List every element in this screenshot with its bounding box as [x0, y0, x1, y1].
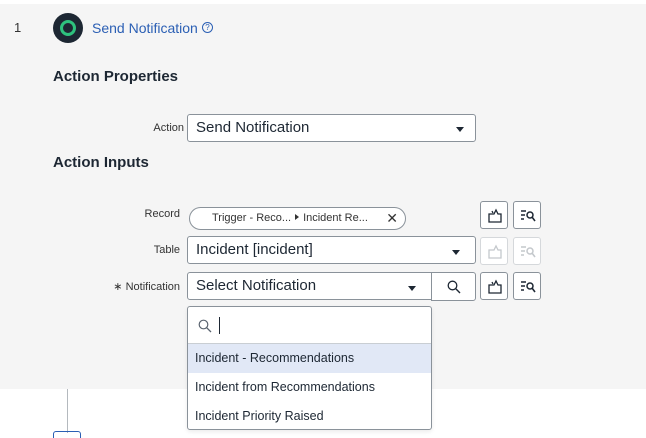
notification-lookup-button[interactable]	[431, 272, 476, 301]
caret-right-icon	[295, 214, 300, 220]
text-cursor	[219, 317, 220, 334]
dropdown-option[interactable]: Incident from Recommendations	[188, 373, 431, 402]
notification-script-button[interactable]	[480, 272, 508, 300]
record-pill-part1: Trigger - Reco...	[212, 212, 292, 224]
record-pill-part2: Incident Re...	[303, 212, 368, 224]
dropdown-option[interactable]: Incident - Recommendations	[188, 344, 431, 373]
action-properties-heading: Action Properties	[53, 68, 179, 85]
script-icon	[488, 208, 502, 223]
record-datapill-picker-button[interactable]	[513, 201, 541, 229]
table-select-value: Incident [incident]	[196, 241, 313, 258]
script-icon	[488, 279, 502, 294]
notification-datapill-picker-button[interactable]	[513, 272, 541, 300]
step-number: 1	[14, 20, 22, 35]
chevron-down-icon	[408, 286, 416, 291]
flow-connector-line	[67, 389, 68, 433]
action-status-icon	[53, 13, 83, 43]
action-select-value: Send Notification	[196, 119, 310, 136]
close-icon[interactable]: ✕	[386, 210, 398, 227]
table-label: Table	[153, 244, 180, 256]
next-step-node[interactable]	[53, 431, 81, 438]
table-datapill-picker-button	[513, 237, 541, 265]
search-icon	[447, 280, 461, 294]
notification-select[interactable]: Select Notification	[187, 272, 432, 300]
datapill-picker-icon	[521, 246, 536, 258]
chevron-down-icon	[452, 250, 460, 255]
table-select[interactable]: Incident [incident]	[187, 236, 476, 264]
notification-select-value: Select Notification	[196, 277, 317, 294]
notification-label: ∗ Notification	[100, 280, 180, 293]
record-label: Record	[144, 208, 180, 220]
datapill-picker-icon	[521, 281, 536, 293]
notification-dropdown: Incident - Recommendations Incident from…	[187, 306, 432, 430]
dropdown-search-input[interactable]	[188, 307, 431, 344]
notification-label-text: Notification	[125, 281, 180, 293]
script-icon	[488, 244, 502, 259]
chevron-down-icon	[456, 127, 464, 132]
action-label: Action	[153, 122, 184, 134]
step-title-link[interactable]: Send Notification	[92, 20, 198, 36]
table-script-button	[480, 237, 508, 265]
action-inputs-heading: Action Inputs	[53, 154, 149, 171]
record-data-pill[interactable]: Trigger - Reco... Incident Re... ✕	[189, 207, 406, 230]
help-circle-icon[interactable]: ?	[202, 22, 213, 33]
record-script-button[interactable]	[480, 201, 508, 229]
action-select[interactable]: Send Notification	[187, 114, 476, 142]
search-icon	[198, 319, 212, 333]
required-indicator: ∗	[113, 281, 123, 293]
dropdown-option[interactable]: Incident Priority Raised	[188, 402, 431, 431]
datapill-picker-icon	[521, 210, 536, 222]
